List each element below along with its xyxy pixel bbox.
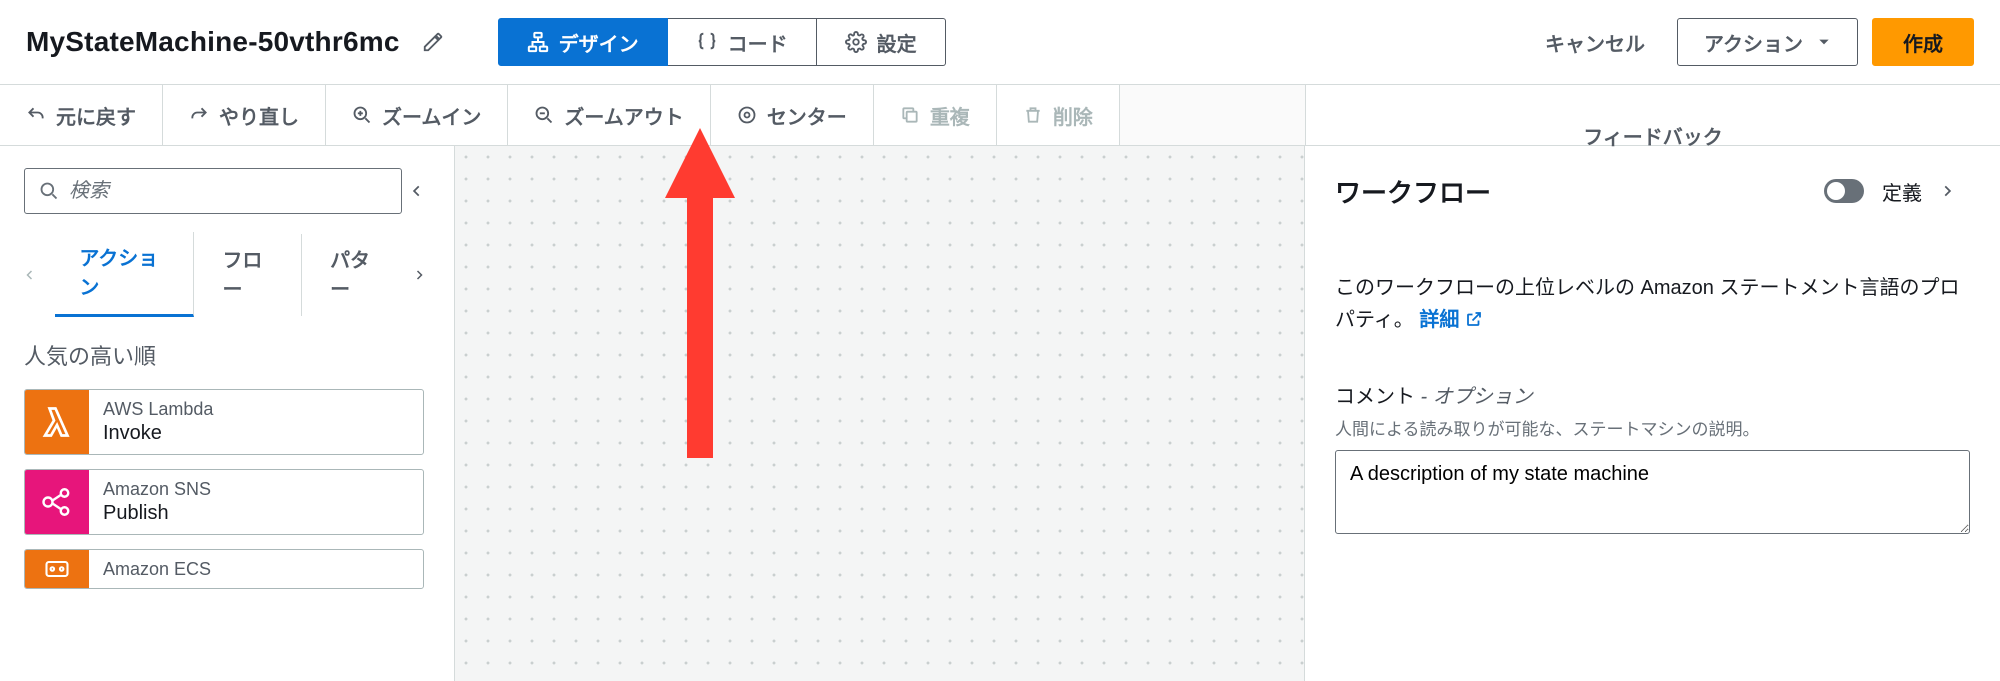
- workflow-icon: [527, 31, 549, 53]
- action-item-ecs[interactable]: Amazon ECS: [24, 549, 424, 589]
- action-service: Amazon ECS: [103, 558, 211, 581]
- workflow-description: このワークフローの上位レベルの Amazon ステートメント言語のプロパティ。 …: [1335, 272, 1970, 338]
- tab-design[interactable]: デザイン: [498, 18, 668, 66]
- tab-code[interactable]: コード: [668, 18, 817, 66]
- workflow-canvas[interactable]: [455, 146, 1305, 681]
- left-tab-flow[interactable]: フロー: [198, 234, 302, 316]
- action-item-sns-publish[interactable]: Amazon SNS Publish: [24, 469, 424, 535]
- feedback-button[interactable]: フィードバック: [1305, 85, 2000, 145]
- comment-label: コメント - オプション: [1335, 380, 1970, 409]
- delete-button: 削除: [997, 85, 1120, 145]
- definition-toggle-label: 定義: [1882, 177, 1922, 206]
- zoom-in-button[interactable]: ズームイン: [326, 85, 508, 145]
- tabs-scroll-left[interactable]: [24, 252, 51, 298]
- action-service: AWS Lambda: [103, 398, 213, 421]
- search-input[interactable]: [69, 180, 387, 203]
- comment-help: 人間による読み取りが可能な、ステートマシンの説明。: [1335, 415, 1970, 440]
- lambda-icon: [25, 390, 89, 454]
- annotation-arrow: [665, 128, 735, 458]
- center-button[interactable]: センター: [711, 85, 874, 145]
- tabs-scroll-right[interactable]: [413, 252, 440, 298]
- section-title: 人気の高い順: [24, 339, 424, 371]
- action-service: Amazon SNS: [103, 478, 211, 501]
- caret-down-icon: [1817, 35, 1831, 49]
- ecs-icon: [25, 550, 89, 588]
- search-icon: [39, 181, 59, 201]
- zoom-out-button[interactable]: ズームアウト: [508, 85, 710, 145]
- duplicate-button: 重複: [874, 85, 997, 145]
- right-panel-title: ワークフロー: [1335, 173, 1806, 210]
- left-tab-actions[interactable]: アクション: [55, 232, 194, 317]
- redo-button[interactable]: やり直し: [163, 85, 326, 145]
- action-name: Publish: [103, 501, 211, 526]
- collapse-left-panel[interactable]: [410, 168, 440, 214]
- gear-icon: [845, 31, 867, 53]
- comment-textarea[interactable]: [1335, 450, 1970, 534]
- action-name: Invoke: [103, 421, 213, 446]
- details-link[interactable]: 詳細: [1419, 309, 1459, 331]
- tab-config[interactable]: 設定: [817, 18, 946, 66]
- sns-icon: [25, 470, 89, 534]
- cancel-button[interactable]: キャンセル: [1527, 18, 1663, 66]
- undo-button[interactable]: 元に戻す: [0, 85, 163, 145]
- edit-icon[interactable]: [422, 31, 444, 53]
- collapse-right-panel[interactable]: [1940, 168, 1970, 214]
- actions-dropdown[interactable]: アクション: [1677, 18, 1858, 66]
- braces-icon: [696, 31, 718, 53]
- definition-toggle[interactable]: [1824, 179, 1864, 203]
- search-input-wrapper[interactable]: [24, 168, 402, 214]
- left-tab-patterns[interactable]: パター: [306, 234, 409, 316]
- create-button[interactable]: 作成: [1872, 18, 1974, 66]
- external-link-icon: [1465, 311, 1483, 333]
- action-item-lambda-invoke[interactable]: AWS Lambda Invoke: [24, 389, 424, 455]
- page-title: MyStateMachine-50vthr6mc: [26, 26, 400, 58]
